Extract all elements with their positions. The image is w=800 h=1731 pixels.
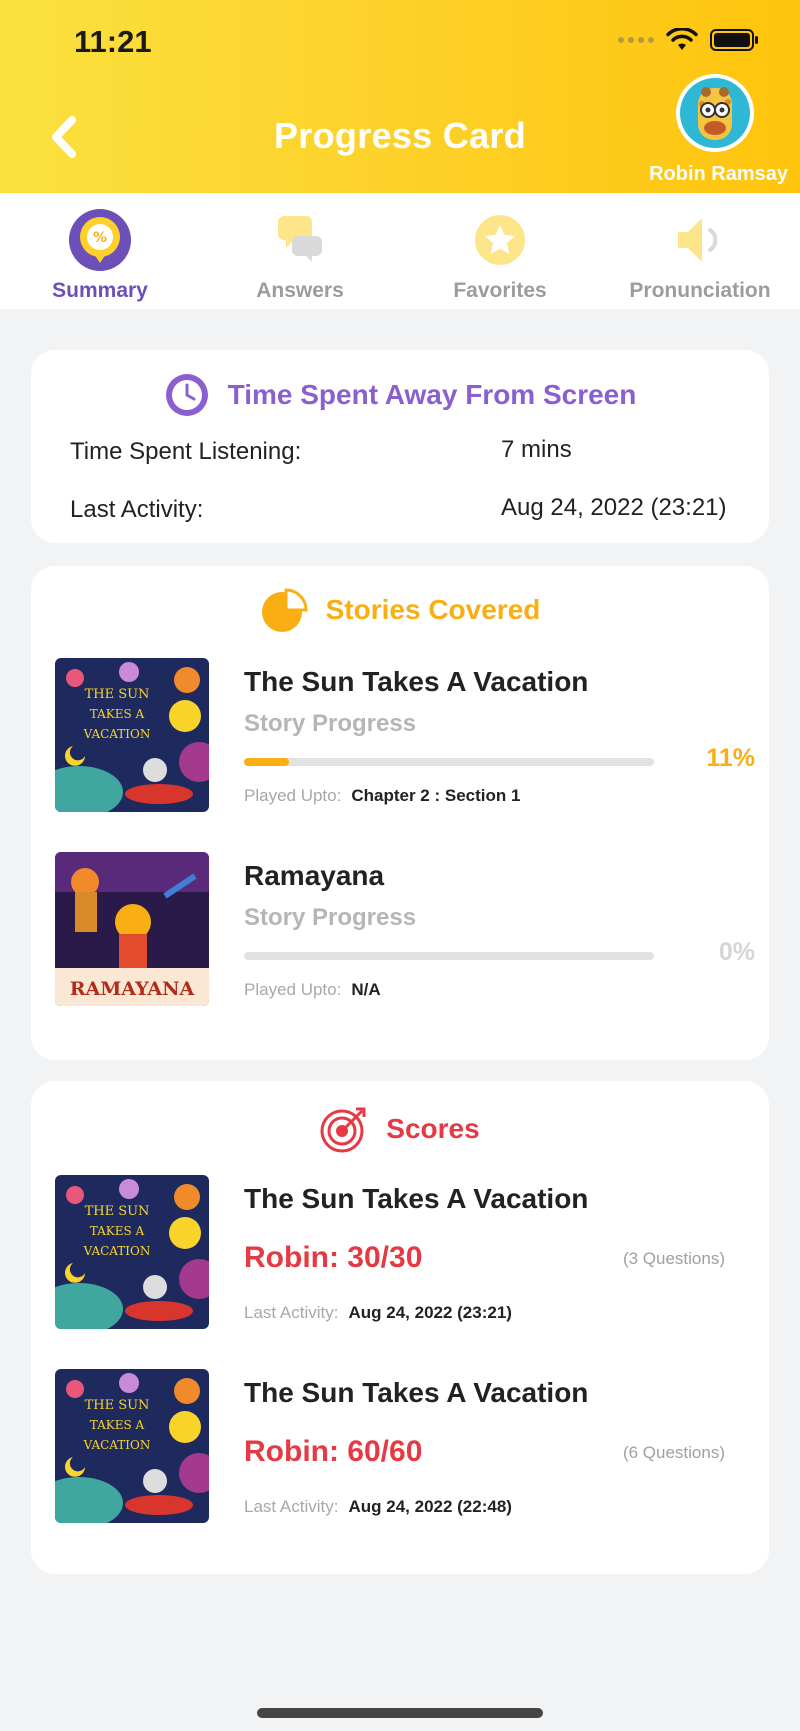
cover-text: RAMAYANA (70, 978, 195, 1000)
cover-text-3: VACATION (83, 1244, 151, 1258)
ramayana-cover: RAMAYANA (55, 852, 209, 1006)
story-subtitle: Story Progress (244, 904, 417, 931)
progress-percent: 0% (718, 938, 755, 966)
target-icon (320, 1107, 366, 1153)
tab-label: Answers (256, 279, 344, 302)
user-name: Robin Ramsay (649, 163, 788, 185)
score-story-title: The Sun Takes A Vacation (244, 1377, 589, 1408)
time-card-title: Time Spent Away From Screen (31, 372, 769, 418)
tab-label: Summary (52, 279, 148, 302)
last-activity-label: Last Activity: (70, 496, 204, 523)
stories-card-title: Stories Covered (31, 586, 769, 634)
story-subtitle: Story Progress (244, 710, 417, 737)
score-item[interactable]: THE SUN TAKES A VACATION The Sun Takes A… (55, 1175, 755, 1335)
played-upto-value: Chapter 2 : Section 1 (351, 786, 521, 805)
score-story-title: The Sun Takes A Vacation (244, 1183, 589, 1214)
last-activity-value: Aug 24, 2022 (23:21) (501, 494, 727, 521)
score-value: Robin: 30/30 (244, 1241, 423, 1274)
cover-text-2: TAKES A (90, 1224, 145, 1238)
cover-text-3: VACATION (83, 727, 151, 741)
last-activity-label: Last Activity: (244, 1303, 339, 1322)
tab-summary[interactable]: % Summary (0, 193, 200, 309)
cover-text-1: THE SUN (85, 1204, 150, 1219)
tab-label: Favorites (453, 279, 547, 302)
tab-favorites[interactable]: Favorites (400, 193, 600, 309)
last-activity-value: Aug 24, 2022 (22:48) (348, 1497, 512, 1516)
sun-vacation-cover: THE SUN TAKES A VACATION (55, 1369, 209, 1523)
sun-vacation-cover: THE SUN TAKES A VACATION (55, 1175, 209, 1329)
status-icons (618, 28, 760, 52)
cover-text-2: TAKES A (90, 1418, 145, 1432)
story-item[interactable]: THE SUN TAKES A VACATION The Sun Takes A… (55, 658, 755, 818)
last-activity-label: Last Activity: (244, 1497, 339, 1516)
giraffe-avatar-icon (698, 87, 732, 140)
score-last-activity: Last Activity: Aug 24, 2022 (22:48) (244, 1497, 512, 1517)
status-time: 11:21 (74, 24, 152, 59)
played-upto: Played Upto: Chapter 2 : Section 1 (244, 786, 520, 806)
percent-badge-icon: % (65, 205, 135, 275)
time-card-title-text: Time Spent Away From Screen (227, 379, 637, 410)
battery-icon (710, 29, 758, 51)
star-icon (465, 205, 535, 275)
cover-text-1: THE SUN (85, 687, 150, 702)
speaker-icon (665, 205, 735, 275)
story-title: The Sun Takes A Vacation (244, 666, 589, 697)
score-value: Robin: 60/60 (244, 1435, 423, 1468)
last-activity-value: Aug 24, 2022 (23:21) (348, 1303, 512, 1322)
story-title: Ramayana (244, 860, 385, 891)
stories-card-title-text: Stories Covered (325, 594, 541, 625)
svg-text:%: % (93, 230, 107, 246)
score-last-activity: Last Activity: Aug 24, 2022 (23:21) (244, 1303, 512, 1323)
wifi-icon (666, 28, 698, 50)
played-upto-label: Played Upto: (244, 786, 342, 805)
sun-vacation-cover: THE SUN TAKES A VACATION (55, 658, 209, 812)
played-upto-value: N/A (351, 980, 381, 999)
story-item[interactable]: RAMAYANA Ramayana Story Progress 0% Play… (55, 852, 755, 1012)
progress-bar (244, 758, 654, 766)
tab-pronunciation[interactable]: Pronunciation (600, 193, 800, 309)
chat-bubbles-icon (265, 205, 335, 275)
score-item[interactable]: THE SUN TAKES A VACATION The Sun Takes A… (55, 1369, 755, 1529)
question-count: (3 Questions) (622, 1249, 725, 1268)
home-indicator[interactable] (257, 1708, 543, 1718)
listening-value: 7 mins (501, 436, 572, 463)
avatar[interactable] (676, 74, 754, 152)
cover-text-2: TAKES A (90, 707, 145, 721)
stories-card: Stories Covered THE SUN TAKES A VACATION… (31, 566, 769, 1060)
question-count: (6 Questions) (622, 1443, 725, 1462)
progress-bar-fill (244, 758, 290, 766)
played-upto-label: Played Upto: (244, 980, 342, 999)
cover-text-1: THE SUN (85, 1398, 150, 1413)
signal-icon (618, 37, 654, 43)
scores-card-title: Scores (31, 1105, 769, 1153)
listening-label: Time Spent Listening: (70, 438, 302, 465)
progress-percent: 11% (706, 744, 755, 772)
tab-answers[interactable]: Answers (200, 193, 400, 309)
pie-chart-icon (261, 588, 308, 632)
time-card: Time Spent Away From Screen Time Spent L… (31, 350, 769, 543)
header-bar: 11:21 Progress Card Robin Ramsay (0, 0, 800, 193)
tab-label: Pronunciation (629, 279, 771, 302)
cover-text-3: VACATION (83, 1438, 151, 1452)
played-upto: Played Upto: N/A (244, 980, 381, 1000)
tab-bar: % Summary Answers Favorites Pronunciatio… (0, 193, 800, 309)
scores-card: Scores THE SUN TAKES A VACATION The Sun … (31, 1081, 769, 1574)
progress-bar (244, 952, 654, 960)
scores-card-title-text: Scores (386, 1113, 480, 1144)
clock-icon (165, 374, 208, 416)
